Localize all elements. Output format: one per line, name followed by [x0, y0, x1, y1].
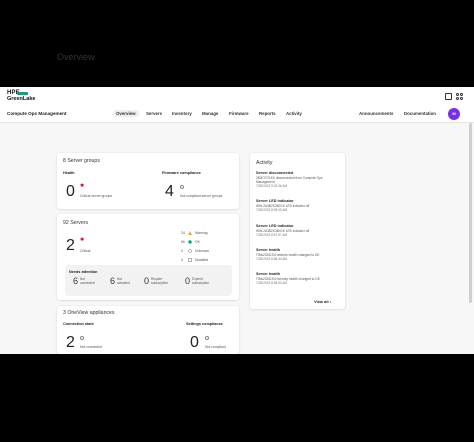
- nav-announcements[interactable]: Announcements: [359, 111, 393, 116]
- nav-firmware[interactable]: Firmware: [229, 111, 249, 116]
- disabled-label: Disabled: [195, 258, 209, 262]
- nav-activity[interactable]: Activity: [286, 111, 302, 116]
- firmware-count[interactable]: 4: [165, 184, 174, 200]
- global-header: HPE GreenLake: [0, 87, 474, 106]
- activity-item[interactable]: Server LED indicator WIN-2A3B2K3BX1K LED…: [256, 224, 340, 237]
- attention-label: Expired subscription: [192, 277, 210, 286]
- connection-state-label: Connection state: [63, 322, 94, 326]
- settings-count[interactable]: 0: [190, 335, 199, 351]
- page-scrollbar[interactable]: [469, 123, 472, 303]
- settings-sub: Not compliant: [205, 345, 226, 349]
- activity-item-date: 7/28/2023 8:57:57 AM: [256, 233, 288, 237]
- attention-count: 6: [110, 276, 116, 286]
- unknown-icon: [188, 249, 192, 253]
- ok-label: OK: [195, 240, 200, 244]
- unknown-label: Unknown: [195, 249, 210, 253]
- settings-compliance-label: Settings compliance: [186, 322, 223, 326]
- logo-bar: [17, 91, 28, 95]
- warning-icon: [188, 231, 192, 235]
- apps-icon[interactable]: [456, 93, 463, 100]
- nav-inventory[interactable]: Inventory: [172, 111, 192, 116]
- activity-item[interactable]: Server health TWA23251S4 memory health c…: [256, 272, 340, 285]
- attention-count: 0: [144, 276, 150, 286]
- attention-label: Require subscription: [151, 277, 169, 286]
- health-count[interactable]: 0: [66, 184, 75, 200]
- disabled-count: 0: [181, 258, 183, 262]
- hpe-greenlake-logo[interactable]: HPE GreenLake: [7, 90, 37, 104]
- unknown-count: 0: [181, 249, 183, 253]
- chevron-right-icon: ›: [329, 299, 332, 304]
- page-title: Overview: [57, 52, 95, 62]
- attention-count: 0: [185, 276, 191, 286]
- firmware-sub: Not compliant server groups: [180, 194, 223, 198]
- logo-line2: GreenLake: [7, 96, 36, 102]
- attention-label: Not connected: [80, 277, 95, 286]
- nav-servers[interactable]: Servers: [146, 111, 162, 116]
- connection-sub: Not connected: [80, 345, 102, 349]
- activity-item[interactable]: Server LED indicator WIN-2A3B2K3BX1K LED…: [256, 199, 340, 212]
- nav-documentation[interactable]: Documentation: [404, 111, 436, 116]
- health-label: Health: [63, 171, 75, 175]
- ok-count: 66: [181, 240, 185, 244]
- critical-icon: ✱: [80, 183, 85, 189]
- activity-item-date: 7/28/2023 8:55:53 AM: [256, 281, 288, 285]
- user-avatar[interactable]: M: [448, 108, 460, 120]
- activity-item-desc: 2M3O7O1KK disconnected from Compute Ops …: [256, 176, 323, 184]
- activity-title: Activity: [256, 160, 273, 166]
- servers-critical-label: Critical: [80, 249, 91, 253]
- firmware-compliance-label: Firmware compliance: [162, 171, 201, 175]
- health-sub: Critical server groups: [80, 194, 113, 198]
- disabled-icon: [188, 258, 192, 262]
- activity-item-date: 7/28/2023 8:59:45 AM: [256, 208, 288, 212]
- critical-icon: ✱: [80, 237, 85, 243]
- view-all-link[interactable]: View all ›: [314, 299, 331, 304]
- nav-reports[interactable]: Reports: [259, 111, 276, 116]
- info-icon: [205, 336, 209, 340]
- activity-item[interactable]: Server health TWA23251S4 network health …: [256, 248, 340, 261]
- attention-count: 6: [73, 276, 79, 286]
- oneview-title: 3 OneView appliances: [63, 310, 115, 316]
- needs-attention-title: Needs attention: [69, 270, 98, 274]
- app-title[interactable]: Compute Ops Management: [7, 111, 66, 116]
- activity-item-date: 7/28/2023 9:02:36 AM: [256, 184, 288, 188]
- view-all-label: View all: [314, 299, 329, 304]
- info-icon: [80, 336, 84, 340]
- servers-critical-count[interactable]: 2: [66, 238, 75, 254]
- nav-manage[interactable]: Manage: [202, 111, 218, 116]
- nav-overview[interactable]: Overview: [113, 110, 139, 117]
- attention-label: Not activated: [117, 277, 130, 286]
- grid-icon[interactable]: [445, 93, 452, 100]
- activity-item-date: 7/28/2023 8:56:44 AM: [256, 257, 288, 261]
- info-icon: [180, 185, 184, 189]
- warning-count: 24: [181, 231, 185, 235]
- servers-title: 92 Servers: [63, 220, 89, 226]
- connection-count[interactable]: 2: [66, 335, 75, 351]
- needs-attention-panel: Needs attention 6 Not connected 6 Not acti…: [65, 265, 232, 296]
- app-navbar: Compute Ops Management Overview Servers …: [0, 106, 474, 123]
- server-groups-title: 8 Server groups: [63, 158, 100, 164]
- ok-icon: [188, 240, 192, 244]
- warning-label: Warning: [195, 231, 208, 235]
- activity-item[interactable]: Server disconnected 2M3O7O1KK disconnect…: [256, 171, 340, 188]
